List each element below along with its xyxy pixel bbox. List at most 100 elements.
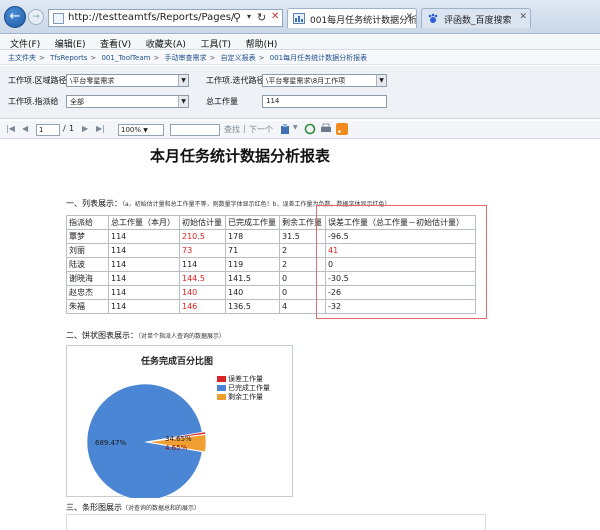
find-input[interactable] — [170, 124, 220, 136]
refresh-icon[interactable]: ↻ — [257, 11, 266, 24]
total-input[interactable]: 114 — [262, 95, 387, 108]
cell-total: 114 — [108, 285, 180, 300]
area-path-value: \平台零星需求 — [70, 77, 115, 85]
highlight-box — [316, 205, 487, 319]
assigned-label: 工作项.指派给 — [8, 97, 59, 106]
section3-title: 三、条形图展示 — [66, 503, 122, 512]
col-header-estimate: 初始估计量 — [179, 215, 226, 230]
cell-done: 140 — [225, 285, 280, 300]
report-icon — [293, 13, 305, 24]
assigned-select[interactable]: 全部 ▼ — [66, 95, 189, 108]
cell-done: 71 — [225, 243, 280, 258]
iteration-label: 工作项.迭代路径 — [206, 76, 265, 85]
cell-done: 178 — [225, 229, 280, 244]
col-header-total: 总工作量（本月） — [108, 215, 180, 230]
close-icon[interactable]: ✕ — [519, 12, 527, 22]
cell-total: 114 — [108, 243, 180, 258]
section2-heading: 二、饼状图表展示：（对单个指派人查询的数据展示） — [66, 330, 225, 341]
page-separator: / — [63, 124, 66, 133]
legend-swatch — [217, 384, 226, 391]
menu-view[interactable]: 查看(V) — [94, 35, 137, 50]
pie-data-label: 689.47% — [95, 439, 126, 447]
zoom-select[interactable]: 100% ▼ — [118, 124, 164, 136]
section2-note: （对单个指派人查询的数据展示） — [138, 333, 226, 340]
total-label: 总工作量 — [206, 97, 238, 106]
cell-name: 陆波 — [66, 257, 109, 272]
tab-label: 评函数_百度搜索 — [444, 16, 512, 26]
print-icon[interactable] — [320, 123, 332, 135]
chevron-down-icon[interactable]: ▾ — [247, 12, 251, 21]
forward-arrow-icon[interactable]: → — [28, 9, 44, 25]
cell-done: 119 — [225, 257, 280, 272]
search-icon[interactable]: ⚲ — [233, 11, 241, 24]
cell-estimate: 73 — [179, 243, 226, 258]
pie-data-label: 4.65% — [165, 444, 188, 452]
iteration-select[interactable]: \平台零星需求\8月工作项 ▼ — [262, 74, 387, 87]
tab-baidu[interactable]: 评函数_百度搜索 ✕ — [421, 8, 531, 28]
refresh-icon[interactable] — [304, 123, 316, 135]
menu-tools[interactable]: 工具(T) — [194, 35, 237, 50]
report-title: 本月任务统计数据分析报表 — [150, 147, 331, 165]
paw-icon — [428, 13, 438, 23]
first-page-icon[interactable]: |◀ — [6, 124, 15, 133]
chevron-down-icon[interactable]: ▼ — [293, 124, 298, 131]
section3-note: （对查询的数据总和的展示） — [122, 505, 201, 512]
iteration-value: \平台零星需求\8月工作项 — [266, 77, 346, 85]
address-bar[interactable]: http://testteamtfs/Reports/Pages/ ⚲ ▾ ↻ … — [48, 9, 283, 27]
cell-total: 114 — [108, 299, 180, 314]
page-input[interactable]: 1 — [36, 124, 60, 136]
next-page-icon[interactable]: ▶ — [82, 124, 88, 133]
legend-swatch — [217, 375, 226, 382]
cell-name: 刘丽 — [66, 243, 109, 258]
cell-estimate: 140 — [179, 285, 226, 300]
menu-favorites[interactable]: 收藏夹(A) — [140, 35, 192, 50]
prev-page-icon[interactable]: ◀ — [22, 124, 28, 133]
tab-report[interactable]: 001每月任务统计数据分析... ✕ — [287, 8, 417, 28]
breadcrumb-item[interactable]: 主文件夹 — [8, 54, 36, 62]
legend-swatch — [217, 393, 226, 400]
browser-toolbar: ← → http://testteamtfs/Reports/Pages/ ⚲ … — [0, 0, 600, 34]
breadcrumb: 主文件夹 > TfsReports > 001_ToolTeam > 手动审查需求 > … — [0, 51, 600, 65]
report-toolbar: |◀ ◀ 1 / 1 ▶ ▶| 100% ▼ 查找 | 下一个 ▼ — [0, 121, 600, 139]
breadcrumb-item[interactable]: 001_ToolTeam — [101, 54, 150, 62]
close-icon[interactable]: ✕ — [405, 12, 413, 22]
chevron-down-icon[interactable]: ▼ — [178, 75, 188, 86]
page-total: 1 — [69, 124, 75, 133]
menu-file[interactable]: 文件(F) — [4, 35, 46, 50]
rss-icon[interactable] — [336, 123, 348, 135]
breadcrumb-item[interactable]: 自定义报表 — [221, 54, 256, 62]
breadcrumb-item[interactable]: TfsReports — [50, 54, 87, 62]
area-path-select[interactable]: \平台零星需求 ▼ — [66, 74, 189, 87]
cell-total: 114 — [108, 229, 180, 244]
last-page-icon[interactable]: ▶| — [96, 124, 105, 133]
breadcrumb-item[interactable]: 手动审查需求 — [165, 54, 207, 62]
cell-name: 覃梦 — [66, 229, 109, 244]
page-icon — [53, 13, 64, 24]
cell-done: 141.5 — [225, 271, 280, 286]
cell-name: 赵忠杰 — [66, 285, 109, 300]
col-header-done: 已完成工作量 — [225, 215, 280, 230]
total-value: 114 — [266, 97, 280, 105]
section2-title: 二、饼状图表展示： — [66, 331, 138, 340]
cell-name: 朱福 — [66, 299, 109, 314]
pie-chart-panel: 任务完成百分比图 4.65% 34.65% 689.47% 误差工作量 已完成工作量剩… — [66, 345, 293, 498]
menu-bar: 文件(F) 编辑(E) 查看(V) 收藏夹(A) 工具(T) 帮助(H) — [0, 35, 600, 50]
close-icon[interactable]: ✕ — [271, 11, 279, 22]
address-url[interactable]: http://testteamtfs/Reports/Pages/ — [68, 12, 234, 23]
chevron-down-icon[interactable]: ▼ — [178, 96, 188, 107]
menu-edit[interactable]: 编辑(E) — [49, 35, 92, 50]
legend-entry: 剩余工作量 — [217, 392, 270, 401]
menu-help[interactable]: 帮助(H) — [240, 35, 284, 50]
zoom-value: 100% — [121, 126, 142, 134]
find-link[interactable]: 查找 — [224, 124, 240, 135]
breadcrumb-item[interactable]: 001每月任务统计数据分析报表 — [270, 54, 367, 62]
legend-label: 剩余工作量 — [228, 392, 263, 401]
find-separator: | — [243, 124, 246, 133]
back-arrow-icon[interactable]: ← — [4, 6, 26, 28]
cell-estimate: 146 — [179, 299, 226, 314]
export-icon[interactable] — [280, 123, 292, 135]
assigned-value: 全部 — [70, 98, 84, 106]
chevron-down-icon[interactable]: ▼ — [376, 75, 386, 86]
next-link[interactable]: 下一个 — [249, 124, 273, 135]
chart-legend: 误差工作量 已完成工作量 剩余工作量 — [217, 374, 270, 401]
